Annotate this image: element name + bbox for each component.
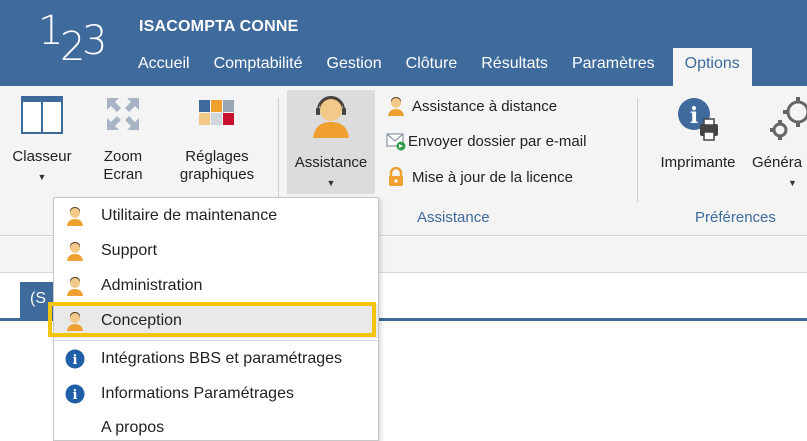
classeur-icon	[21, 96, 63, 134]
envoyer-dossier-button[interactable]: Envoyer dossier par e-mail	[386, 131, 586, 151]
printer-info-icon: i	[678, 98, 718, 141]
svg-text:i: i	[690, 103, 698, 129]
app-title: ISACOMPTA CONNE	[139, 18, 299, 35]
chevron-down-icon: ▼	[37, 172, 47, 182]
ribbon-separator	[278, 98, 279, 202]
chevron-down-icon: ▼	[788, 178, 797, 188]
support-person-icon	[67, 242, 83, 261]
app-logo: 1 2 3	[38, 8, 108, 70]
zoom-ecran-button[interactable]: Zoom Ecran	[100, 96, 146, 184]
menu-tabs: Accueil Comptabilité Gestion Clôture Rés…	[126, 48, 752, 86]
svg-text:i: i	[73, 353, 78, 368]
tab-resultats[interactable]: Résultats	[469, 48, 560, 86]
tab-accueil[interactable]: Accueil	[126, 48, 202, 86]
classeur-button[interactable]: Classeur ▼	[12, 96, 72, 186]
menu-divider	[54, 340, 378, 341]
highlight-annotation	[48, 302, 376, 337]
info-icon: i	[65, 349, 85, 369]
zoom-expand-icon	[107, 98, 139, 130]
support-person-icon	[313, 96, 349, 138]
tab-gestion[interactable]: Gestion	[315, 48, 394, 86]
mise-a-jour-licence-button[interactable]: Mise à jour de la licence	[386, 167, 573, 187]
support-person-icon	[67, 207, 83, 226]
title-bar: 1 2 3 ISACOMPTA CONNE Accueil Comptabili…	[0, 0, 807, 86]
color-palette-icon	[199, 100, 234, 125]
menu-item-administration[interactable]: Administration	[54, 269, 378, 303]
menu-item-support[interactable]: Support	[54, 234, 378, 268]
support-person-icon	[388, 97, 404, 116]
support-person-icon	[67, 277, 83, 296]
tab-comptabilite[interactable]: Comptabilité	[202, 48, 315, 86]
menu-item-informations-parametrages[interactable]: i Informations Paramétrages	[54, 377, 378, 411]
reglages-graphiques-button[interactable]: Réglages graphiques	[170, 96, 264, 184]
ribbon-separator	[637, 98, 638, 202]
email-send-icon	[386, 133, 406, 151]
gear-icon	[770, 97, 807, 140]
lock-icon	[389, 167, 403, 186]
tab-parametres[interactable]: Paramètres	[560, 48, 667, 86]
tab-options[interactable]: Options	[672, 48, 752, 86]
menu-item-integrations-bbs[interactable]: i Intégrations BBS et paramétrages	[54, 342, 378, 376]
assistance-distance-button[interactable]: Assistance à distance	[386, 96, 557, 116]
menu-item-a-propos[interactable]: A propos	[54, 411, 378, 441]
info-icon: i	[65, 384, 85, 404]
svg-text:i: i	[73, 388, 78, 403]
group-label-preferences: Préférences	[695, 209, 776, 226]
tab-cloture[interactable]: Clôture	[394, 48, 470, 86]
general-button[interactable]: Généra ▼	[752, 96, 807, 192]
group-label-assistance: Assistance	[417, 209, 490, 226]
imprimante-button[interactable]: i Imprimante	[650, 96, 746, 172]
assistance-button[interactable]: Assistance ▼	[287, 94, 375, 192]
chevron-down-icon: ▼	[326, 178, 336, 188]
menu-item-utilitaire-maintenance[interactable]: Utilitaire de maintenance	[54, 199, 378, 233]
